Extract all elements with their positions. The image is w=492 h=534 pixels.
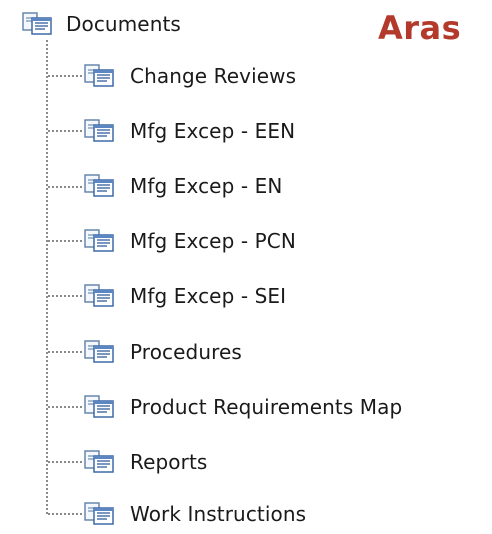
tree-item-label: Procedures: [130, 340, 242, 364]
document-folder-icon: [84, 502, 114, 525]
tree-connector: [48, 461, 82, 463]
tree-item-product-requirements-map[interactable]: Product Requirements Map: [82, 387, 402, 427]
tree-item-reports[interactable]: Reports: [82, 442, 207, 482]
tree-connector: [48, 186, 82, 188]
document-folder-icon: [84, 395, 114, 418]
document-folder-icon: [84, 119, 114, 142]
tree-item-change-reviews[interactable]: Change Reviews: [82, 56, 296, 96]
tree-item-label: Work Instructions: [130, 502, 307, 526]
document-folder-icon: [84, 450, 114, 473]
document-folder-icon: [84, 174, 114, 197]
tree-connector: [48, 406, 82, 408]
tree-item-mfg-excep-sei[interactable]: Mfg Excep - SEI: [82, 276, 286, 316]
tree-item-mfg-excep-pcn[interactable]: Mfg Excep - PCN: [82, 221, 296, 261]
document-folder-icon: [84, 64, 114, 87]
tree-item-label: Documents: [66, 12, 181, 36]
tree-item-work-instructions[interactable]: Work Instructions: [82, 494, 306, 534]
document-folder-icon: [84, 229, 114, 252]
tree-item-label: Reports: [130, 450, 208, 474]
document-tree: Documents Change Reviews Mfg Excep - EEN: [0, 0, 492, 532]
tree-item-documents[interactable]: Documents: [20, 4, 181, 44]
tree-connector-vertical: [46, 40, 48, 514]
tree-item-mfg-excep-en[interactable]: Mfg Excep - EN: [82, 166, 282, 206]
tree-connector: [48, 351, 82, 353]
tree-connector: [48, 240, 82, 242]
document-folder-icon: [84, 284, 114, 307]
document-folder-icon: [84, 340, 114, 363]
tree-connector: [48, 130, 82, 132]
tree-item-label: Product Requirements Map: [130, 395, 403, 419]
tree-item-label: Mfg Excep - SEI: [130, 284, 287, 308]
tree-connector: [48, 75, 82, 77]
tree-item-label: Mfg Excep - PCN: [130, 229, 296, 253]
tree-connector: [48, 513, 82, 515]
tree-item-procedures[interactable]: Procedures: [82, 332, 242, 372]
tree-connector: [48, 295, 82, 297]
document-folder-icon: [22, 12, 52, 35]
tree-item-mfg-excep-een[interactable]: Mfg Excep - EEN: [82, 111, 295, 151]
tree-item-label: Change Reviews: [130, 64, 297, 88]
tree-item-label: Mfg Excep - EN: [130, 174, 283, 198]
tree-item-label: Mfg Excep - EEN: [130, 119, 296, 143]
aras-logo: Aras: [378, 9, 462, 47]
